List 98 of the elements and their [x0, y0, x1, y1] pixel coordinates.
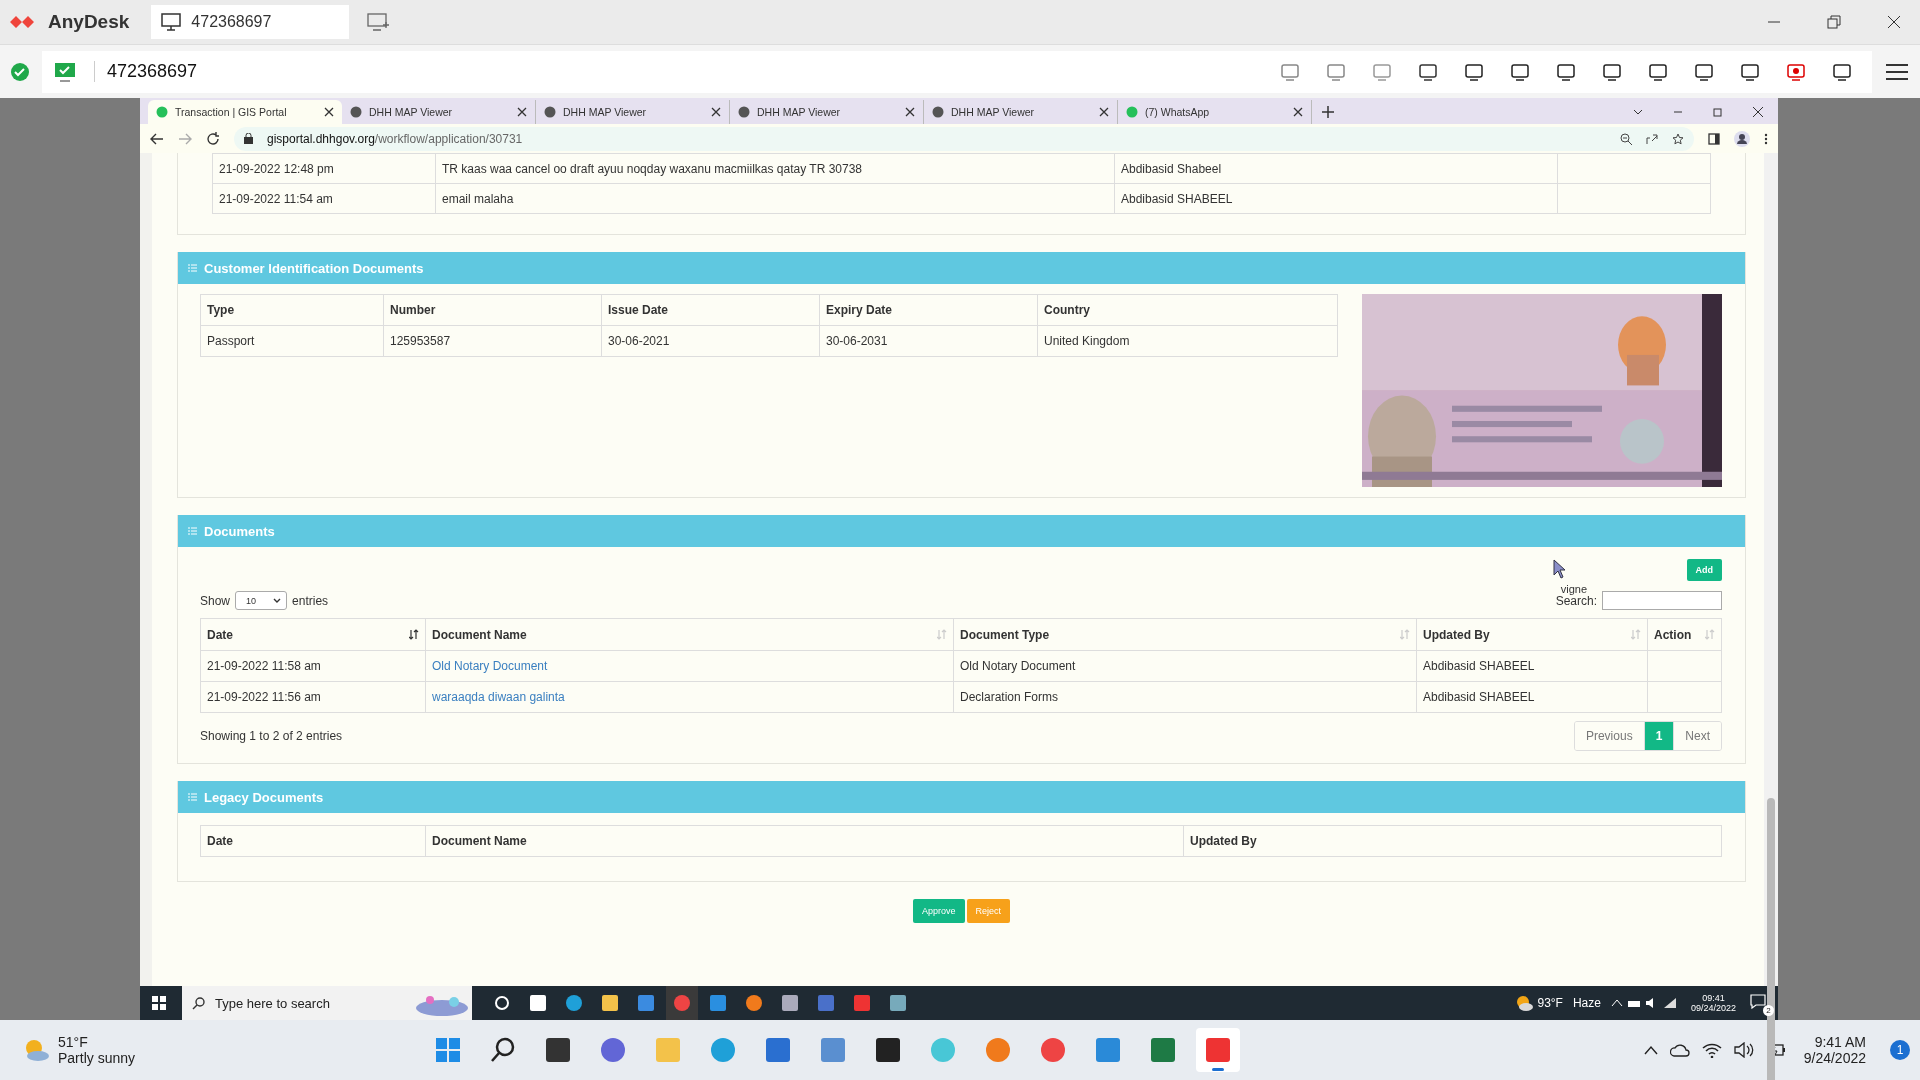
close-icon[interactable] — [905, 107, 915, 117]
speaker-icon[interactable] — [1733, 1042, 1754, 1058]
show-label: Show — [200, 593, 231, 608]
table-cell: Abdibasid SHABEEL — [1416, 650, 1648, 682]
clock-date: 9/24/2022 — [1803, 1050, 1866, 1066]
weather-icon — [1515, 994, 1534, 1012]
list-icon — [188, 264, 197, 272]
windows-icon[interactable] — [152, 996, 166, 1010]
monitor-icon — [161, 13, 182, 31]
clock-time: 09:41 — [1702, 993, 1725, 1003]
monitor-check-icon — [54, 61, 76, 82]
close-icon[interactable] — [1752, 106, 1764, 118]
document-link[interactable]: waraaqda diwaan galinta — [432, 690, 565, 704]
back-icon[interactable] — [150, 132, 164, 145]
section-title: Customer Identification Documents — [204, 260, 424, 276]
column-header: Number — [383, 294, 602, 326]
close-icon[interactable] — [324, 107, 334, 117]
table-cell: TR kaas waa cancel oo draft ayuu noqday waxanu macmiilkas qatay TR 30738 — [435, 153, 1115, 184]
entries-label: entries — [292, 593, 329, 608]
table-cell: Abdibasid Shabeel — [1114, 153, 1558, 184]
table-cell: 21-09-2022 11:54 am — [212, 183, 436, 214]
more-icon[interactable] — [1764, 132, 1768, 145]
browser-tab[interactable]: Transaction | GIS Portal — [148, 100, 342, 124]
globe-icon — [738, 106, 750, 118]
entries-select[interactable]: 10 — [235, 591, 288, 610]
section-title: Legacy Documents — [204, 789, 324, 805]
close-icon[interactable] — [517, 107, 527, 117]
document-link[interactable]: Old Notary Document — [432, 659, 548, 673]
search-icon — [192, 996, 205, 1010]
column-header: Updated By — [1183, 825, 1722, 857]
scrollbar-thumb[interactable] — [1767, 798, 1775, 1080]
new-session-icon[interactable] — [367, 13, 390, 31]
table-cell: Abdibasid SHABEEL — [1114, 183, 1558, 214]
session-id: 472368697 — [94, 61, 198, 82]
table-cell: 30-06-2021 — [601, 325, 820, 357]
notification-count[interactable]: 1 — [1890, 1040, 1910, 1060]
list-icon — [188, 793, 197, 801]
page-button[interactable]: Next — [1673, 722, 1721, 750]
globe-icon — [932, 106, 944, 118]
table-cell: United Kingdom — [1037, 325, 1338, 357]
column-header[interactable]: Updated By — [1416, 618, 1648, 651]
temperature: 93°F — [1537, 996, 1563, 1010]
chevron-up-icon[interactable] — [1643, 1045, 1658, 1055]
table-cell: 30-06-2031 — [819, 325, 1038, 357]
restore-icon[interactable] — [1826, 14, 1842, 30]
lock-icon — [244, 133, 253, 144]
notification-icon[interactable] — [1750, 993, 1766, 1009]
table-cell: 125953587 — [383, 325, 602, 357]
column-header[interactable]: Document Type — [953, 618, 1417, 651]
notification-count: 2 — [1763, 1005, 1774, 1016]
search-field[interactable] — [1602, 591, 1722, 610]
table-info: Showing 1 to 2 of 2 entries — [200, 729, 343, 743]
column-header[interactable]: Date — [200, 618, 426, 651]
app-title: AnyDesk — [48, 11, 130, 33]
profile-icon[interactable] — [1734, 130, 1750, 147]
column-header: Document Name — [425, 825, 1184, 857]
table-cell: Old Notary Document — [953, 650, 1417, 682]
table-cell: 21-09-2022 11:58 am — [200, 650, 426, 682]
column-header[interactable]: Action — [1647, 618, 1722, 651]
table-cell: Abdibasid SHABEEL — [1416, 681, 1648, 713]
restore-icon[interactable] — [1712, 106, 1724, 118]
cloud-icon[interactable] — [1669, 1043, 1690, 1057]
taskbar-search-field[interactable]: Type here to search — [182, 986, 472, 1020]
column-header: Type — [200, 294, 384, 326]
caret-icon — [273, 597, 282, 604]
share-icon[interactable] — [1646, 132, 1658, 145]
check-circle-icon — [10, 61, 30, 82]
mouse-pointer-icon — [1553, 559, 1567, 579]
url-field[interactable]: gisportal.dhhgov.org/workflow/application/30731 — [234, 126, 1694, 151]
star-icon[interactable] — [1672, 132, 1684, 145]
cursor-label: vigne — [1560, 583, 1587, 595]
column-header: Issue Date — [601, 294, 820, 326]
weather-condition: Partly sunny — [58, 1050, 136, 1066]
close-icon[interactable] — [1099, 107, 1109, 117]
clock-time: 9:41 AM — [1814, 1034, 1866, 1050]
column-header: Date — [200, 825, 426, 857]
close-icon[interactable] — [1886, 14, 1902, 30]
section-title: Documents — [204, 523, 275, 539]
close-icon[interactable] — [711, 107, 721, 117]
address-field[interactable]: 472368697 — [151, 5, 350, 39]
table-cell: Passport — [200, 325, 384, 357]
temperature: 51°F — [58, 1034, 89, 1050]
close-icon[interactable] — [1293, 107, 1303, 117]
table-cell: 21-09-2022 12:48 pm — [212, 153, 436, 184]
table-cell: Declaration Forms — [953, 681, 1417, 713]
list-icon — [188, 527, 197, 535]
globe-icon — [544, 106, 556, 118]
table-cell: email malaha — [435, 183, 1115, 214]
zoom-icon[interactable] — [1620, 132, 1632, 145]
clock-date: 09/24/2022 — [1690, 1003, 1736, 1013]
column-header[interactable]: Document Name — [425, 618, 954, 651]
column-header: Country — [1037, 294, 1338, 326]
table-cell: 21-09-2022 11:56 am — [200, 681, 426, 713]
weather-condition: Haze — [1572, 996, 1601, 1010]
globe-icon — [350, 106, 362, 118]
side-panel-icon[interactable] — [1708, 132, 1720, 145]
column-header: Expiry Date — [819, 294, 1038, 326]
reload-icon[interactable] — [206, 131, 220, 146]
